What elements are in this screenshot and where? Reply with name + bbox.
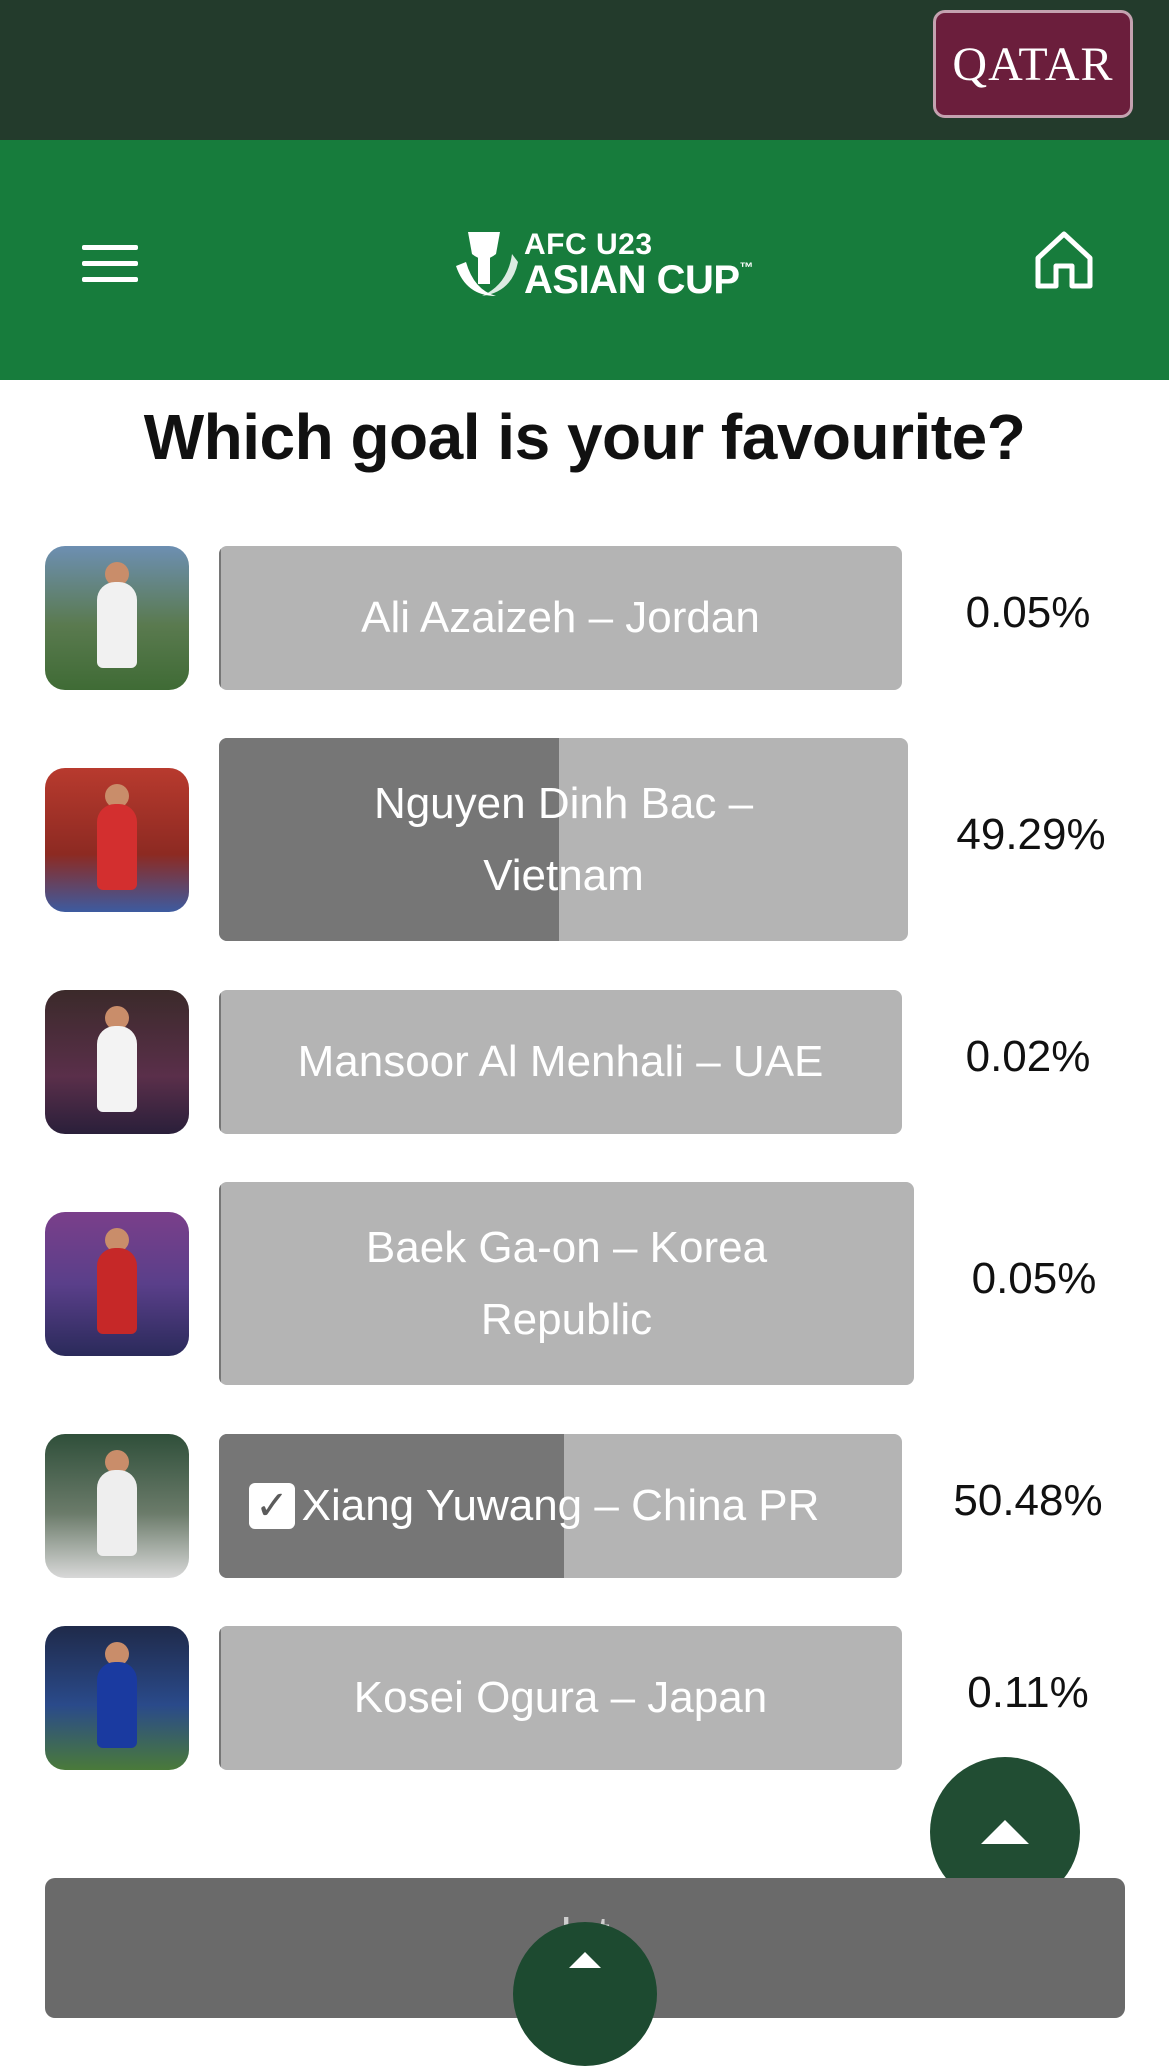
hamburger-menu-icon[interactable] — [82, 245, 138, 285]
afc-u23-asian-cup-logo[interactable]: AFC U23 ASIAN CUP™ — [448, 226, 754, 304]
option-label: Baek Ga-on – Korea Republic — [365, 1222, 768, 1344]
option-label: Ali Azaizeh – Jordan — [361, 593, 760, 642]
option-label: Xiang Yuwang – China PR — [301, 1481, 820, 1530]
top-sponsor-bar: QATAR — [0, 0, 1169, 140]
site-navbar: AFC U23 ASIAN CUP™ — [0, 140, 1169, 380]
logo-wordmark: AFC U23 ASIAN CUP™ — [524, 228, 754, 302]
trophy-emblem-icon — [456, 232, 518, 296]
chevron-up-icon — [569, 1952, 601, 1968]
bottom-scroll-button[interactable] — [513, 1922, 657, 2066]
vote-percentage: 0.05% — [965, 588, 1091, 637]
logo-tm: ™ — [739, 259, 754, 275]
player-thumbnail — [45, 990, 189, 1134]
arrow-up-icon — [981, 1820, 1029, 1844]
sponsor-qatar-button[interactable]: QATAR — [933, 10, 1133, 118]
logo-line1: AFC U23 — [524, 228, 653, 261]
vote-option-button[interactable]: Mansoor Al Menhali – UAE — [219, 990, 902, 1134]
vote-option-button[interactable]: Ali Azaizeh – Jordan — [219, 546, 902, 690]
vote-option-button[interactable]: Baek Ga-on – Korea Republic — [219, 1182, 914, 1385]
vote-option-button-selected[interactable]: ✓ Xiang Yuwang – China PR — [219, 1434, 902, 1578]
option-label: Mansoor Al Menhali – UAE — [297, 1037, 824, 1086]
option-label: Kosei Ogura – Japan — [353, 1673, 768, 1722]
player-thumbnail — [45, 1212, 189, 1356]
vote-percentage: 50.48% — [953, 1476, 1103, 1525]
poll-question-title: Which goal is your favourite? — [143, 401, 1026, 473]
home-icon[interactable] — [1032, 228, 1096, 292]
player-thumbnail — [45, 1626, 189, 1770]
option-label: Nguyen Dinh Bac – Vietnam — [373, 778, 754, 900]
player-thumbnail — [45, 1434, 189, 1578]
vote-percentage: 0.05% — [971, 1254, 1097, 1303]
vote-option-button[interactable]: Nguyen Dinh Bac – Vietnam — [219, 738, 908, 941]
vote-percentage: 0.11% — [967, 1668, 1089, 1717]
vote-percentage: 0.02% — [965, 1032, 1091, 1081]
player-thumbnail — [45, 546, 189, 690]
logo-line2: ASIAN CUP — [524, 258, 740, 302]
vote-percentage: 49.29% — [956, 810, 1106, 859]
player-thumbnail — [45, 768, 189, 912]
vote-option-button[interactable]: Kosei Ogura – Japan — [219, 1626, 902, 1770]
